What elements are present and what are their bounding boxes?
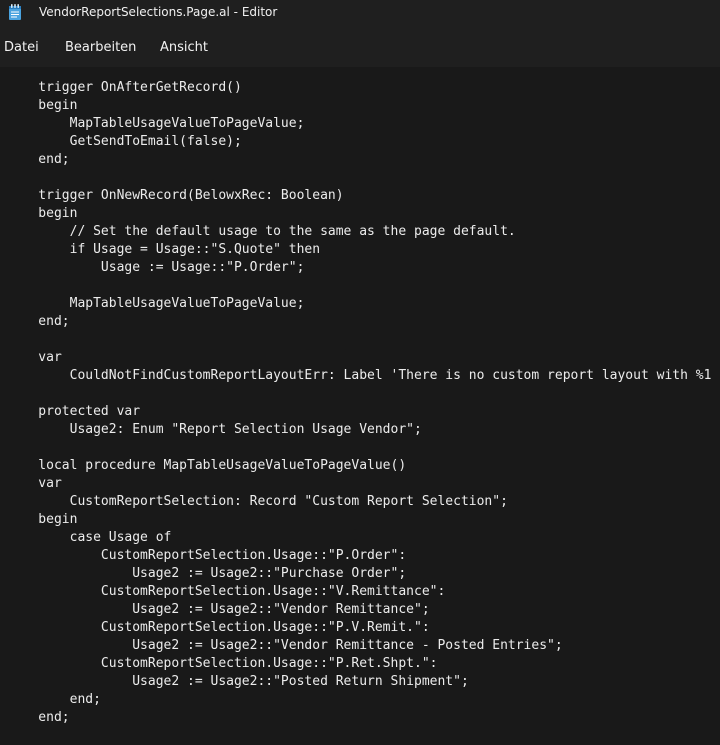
- code-line[interactable]: case Usage of: [7, 529, 711, 547]
- window-title: VendorReportSelections.Page.al - Editor: [39, 5, 278, 19]
- code-line[interactable]: Usage := Usage::"P.Order";: [7, 259, 711, 277]
- code-line[interactable]: begin: [7, 97, 711, 115]
- code-line[interactable]: [7, 439, 711, 457]
- code-line[interactable]: CustomReportSelection.Usage::"P.V.Remit.…: [7, 619, 711, 637]
- code-line[interactable]: var: [7, 475, 711, 493]
- code-line[interactable]: var: [7, 349, 711, 367]
- code-line[interactable]: CustomReportSelection.Usage::"V.Remittan…: [7, 583, 711, 601]
- code-line[interactable]: GetSendToEmail(false);: [7, 133, 711, 151]
- code-line[interactable]: protected var: [7, 403, 711, 421]
- code-line[interactable]: CustomReportSelection.Usage::"P.Ret.Shpt…: [7, 655, 711, 673]
- code-line[interactable]: end;: [7, 691, 711, 709]
- code-line[interactable]: local procedure MapTableUsageValueToPage…: [7, 457, 711, 475]
- notepad-icon: [8, 3, 22, 21]
- code-line[interactable]: Usage2 := Usage2::"Purchase Order";: [7, 565, 711, 583]
- code-line[interactable]: Usage2 := Usage2::"Posted Return Shipmen…: [7, 673, 711, 691]
- code-line[interactable]: end;: [7, 709, 711, 727]
- menu-view[interactable]: Ansicht: [160, 40, 208, 56]
- code-line[interactable]: Usage2 := Usage2::"Vendor Remittance - P…: [7, 637, 711, 655]
- menu-bar: Datei Bearbeiten Ansicht: [0, 26, 720, 67]
- code-line[interactable]: [7, 385, 711, 403]
- code-line[interactable]: end;: [7, 313, 711, 331]
- menu-file[interactable]: Datei: [4, 40, 39, 56]
- code-line[interactable]: end;: [7, 151, 711, 169]
- code-line[interactable]: [7, 331, 711, 349]
- code-line[interactable]: MapTableUsageValueToPageValue;: [7, 295, 711, 313]
- code-line[interactable]: trigger OnNewRecord(BelowxRec: Boolean): [7, 187, 711, 205]
- code-line[interactable]: Usage2 := Usage2::"Vendor Remittance";: [7, 601, 711, 619]
- code-line[interactable]: Usage2: Enum "Report Selection Usage Ven…: [7, 421, 711, 439]
- code-line[interactable]: trigger OnAfterGetRecord(): [7, 79, 711, 97]
- menu-edit[interactable]: Bearbeiten: [65, 40, 136, 56]
- code-line[interactable]: [7, 277, 711, 295]
- text-editor-area[interactable]: trigger OnAfterGetRecord() begin MapTabl…: [0, 67, 720, 745]
- code-line[interactable]: MapTableUsageValueToPageValue;: [7, 115, 711, 133]
- code-line[interactable]: begin: [7, 511, 711, 529]
- code-line[interactable]: CouldNotFindCustomReportLayoutErr: Label…: [7, 367, 712, 385]
- code-line[interactable]: CustomReportSelection: Record "Custom Re…: [7, 493, 711, 511]
- code-line[interactable]: begin: [7, 205, 711, 223]
- title-bar: VendorReportSelections.Page.al - Editor: [0, 0, 720, 26]
- code-line[interactable]: CustomReportSelection.Usage::"P.Order":: [7, 547, 711, 565]
- code-line[interactable]: [7, 169, 711, 187]
- code-content[interactable]: trigger OnAfterGetRecord() begin MapTabl…: [7, 79, 711, 727]
- editor-window: VendorReportSelections.Page.al - Editor …: [0, 0, 720, 745]
- code-line[interactable]: // Set the default usage to the same as …: [7, 223, 711, 241]
- code-line[interactable]: if Usage = Usage::"S.Quote" then: [7, 241, 711, 259]
